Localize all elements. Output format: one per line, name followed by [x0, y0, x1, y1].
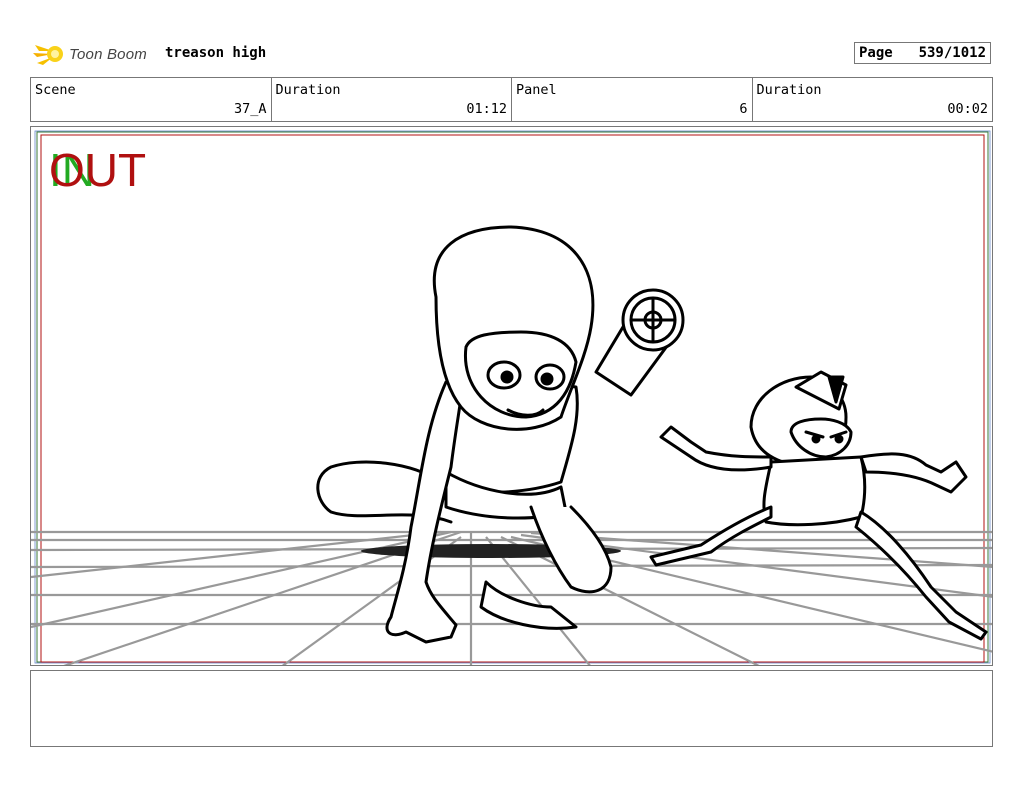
scene-value: 37_A	[233, 101, 267, 117]
panel-duration-value: 00:02	[947, 101, 988, 117]
caption-box[interactable]	[30, 670, 993, 747]
panel-info-row: Scene 37_A Duration 01:12 Panel 6 Durati…	[30, 77, 993, 122]
page-indicator: Page 539/1012	[854, 42, 991, 64]
scene-label: Scene	[35, 82, 76, 98]
page-number: 539/1012	[918, 45, 986, 61]
out-marker-label: OUT	[49, 144, 147, 196]
page-label: Page	[859, 45, 893, 61]
panel-duration-cell: Duration 00:02	[753, 78, 993, 121]
scene-cell: Scene 37_A	[31, 78, 272, 121]
scene-duration-label: Duration	[275, 82, 341, 98]
girl-character	[316, 225, 685, 644]
logo-text: Toon Boom	[69, 45, 147, 63]
panel-cell: Panel 6	[512, 78, 753, 121]
boy-character	[649, 370, 988, 641]
panel-label: Panel	[516, 82, 557, 98]
storyboard-panel[interactable]: IN OUT	[30, 126, 993, 666]
project-title: treason high	[165, 45, 267, 61]
comet-logo-icon	[33, 45, 63, 65]
panel-value: 6	[739, 101, 748, 117]
panel-drawing	[31, 130, 992, 665]
panel-duration-label: Duration	[756, 82, 822, 98]
scene-duration-value: 01:12	[466, 101, 507, 117]
scene-duration-cell: Duration 01:12	[272, 78, 512, 121]
toon-boom-logo: Toon Boom	[33, 38, 147, 70]
